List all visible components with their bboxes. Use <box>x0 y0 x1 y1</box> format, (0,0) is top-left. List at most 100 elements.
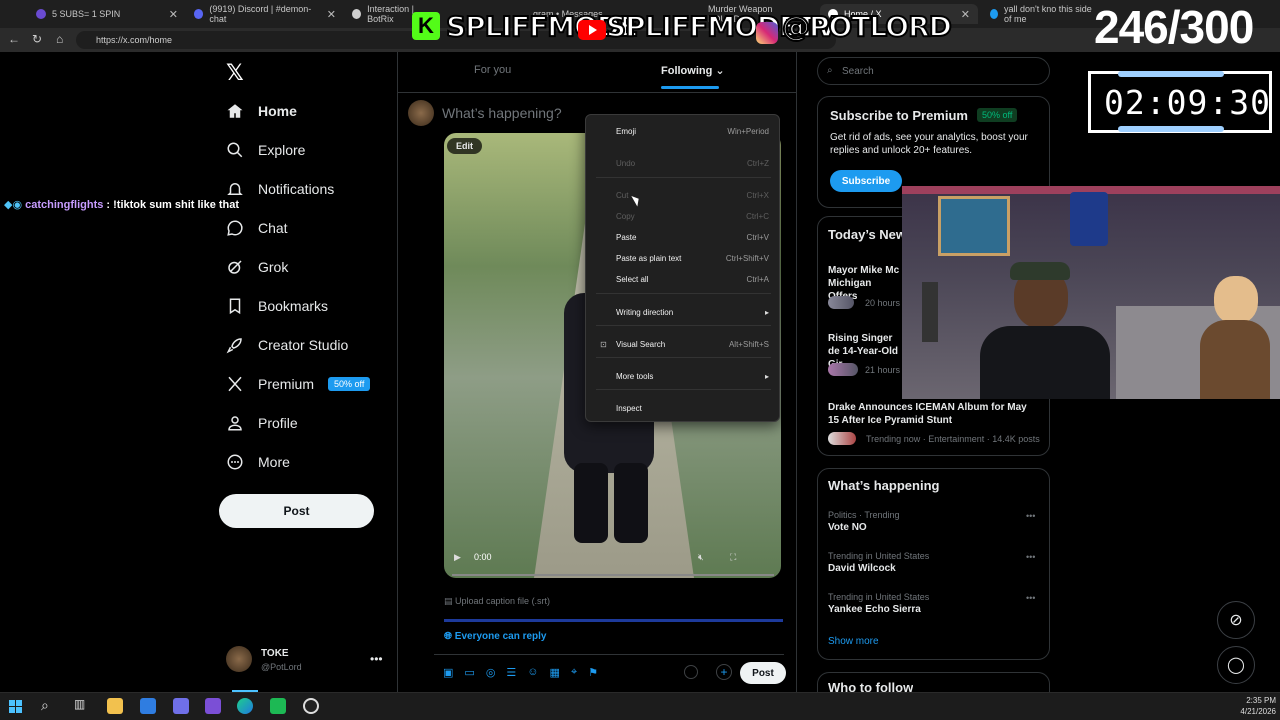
schedule-icon[interactable]: ▦ <box>550 666 560 679</box>
show-more-link[interactable]: Show more <box>828 636 879 647</box>
home-browser-icon[interactable]: ⌂ <box>56 32 63 46</box>
obs-icon[interactable] <box>303 698 319 714</box>
upload-caption-label: Upload caption file (.srt) <box>455 596 551 606</box>
nav-item-notifications[interactable]: Notifications <box>226 174 334 204</box>
nav-item-profile[interactable]: Profile <box>226 408 298 438</box>
menu-item-label: More tools <box>616 371 654 381</box>
grok-image-icon[interactable]: ◎ <box>486 666 496 679</box>
nav-item-home[interactable]: Home <box>226 96 297 126</box>
nav-item-more[interactable]: More <box>226 447 290 477</box>
browser-tab-2[interactable]: (9919) Discord | #demon-chat ✕ <box>186 4 344 24</box>
menu-item-more-tools[interactable]: More tools ▸ <box>586 367 781 385</box>
play-icon[interactable]: ▶ <box>454 552 461 563</box>
composer-input[interactable]: What’s happening? <box>442 105 562 121</box>
fullscreen-icon[interactable]: ⛶ <box>730 552 736 563</box>
app-icon[interactable] <box>270 698 286 714</box>
tab-favicon-icon <box>990 9 998 19</box>
file-explorer-icon[interactable] <box>107 698 123 714</box>
nav-label: More <box>258 454 290 470</box>
nav-item-chat[interactable]: Chat <box>226 213 288 243</box>
browser-tab-7[interactable]: yall don't kno this side of me <box>982 4 1102 24</box>
visual-search-icon: ⊡ <box>600 339 607 349</box>
video-progress-bar[interactable] <box>452 574 774 576</box>
nav-item-bookmarks[interactable]: Bookmarks <box>226 291 328 321</box>
more-options-icon[interactable]: ••• <box>1026 552 1035 562</box>
edge-browser-icon[interactable] <box>237 698 253 714</box>
grok-fab[interactable]: ⊘ <box>1217 601 1255 639</box>
menu-item-paste[interactable]: Paste Ctrl+V <box>586 228 781 246</box>
subscribe-button[interactable]: Subscribe <box>830 170 902 192</box>
menu-item-label: Inspect <box>616 403 642 413</box>
streaming-app-icon[interactable] <box>205 698 221 714</box>
streamer-cap <box>1010 262 1070 280</box>
tab-for-you[interactable]: For you <box>474 64 511 76</box>
menu-item-select-all[interactable]: Select all Ctrl+A <box>586 270 781 288</box>
trend-topic[interactable]: Yankee Echo Sierra <box>828 604 921 615</box>
mute-icon[interactable]: 🔇︎ <box>698 552 704 563</box>
gif-icon[interactable]: ▭ <box>464 666 474 679</box>
nav-label: Grok <box>258 259 289 275</box>
nav-item-premium[interactable]: Premium 50% off <box>226 369 371 399</box>
trend-topic[interactable]: David Wilcock <box>828 563 896 574</box>
taskbar-search-icon[interactable]: ⌕ <box>41 697 49 714</box>
messages-fab[interactable]: ◯ <box>1217 646 1255 684</box>
menu-item-copy[interactable]: Copy Ctrl+C <box>586 207 781 225</box>
tab-favicon-icon <box>36 9 46 19</box>
location-icon[interactable]: ⌖ <box>571 666 577 679</box>
rocket-icon <box>226 338 242 354</box>
add-post-icon[interactable]: + <box>716 664 732 680</box>
menu-item-undo[interactable]: Undo Ctrl+Z <box>586 154 781 172</box>
reload-icon[interactable]: ↻ <box>32 32 42 46</box>
image-icon[interactable]: ▣ <box>443 666 453 679</box>
person-icon <box>228 416 242 431</box>
menu-item-cut[interactable]: Cut Ctrl+X <box>586 186 781 204</box>
active-app-indicator <box>232 690 258 692</box>
menu-item-emoji[interactable]: Emoji Win+Period <box>586 122 781 140</box>
close-icon[interactable]: ✕ <box>961 8 970 21</box>
x-logo-icon[interactable]: 𝕏 <box>226 60 244 86</box>
nav-item-explore[interactable]: Explore <box>226 135 305 165</box>
nav-item-creator-studio[interactable]: Creator Studio <box>226 330 348 360</box>
edit-video-button[interactable]: Edit <box>447 138 482 154</box>
news-headline[interactable]: Drake Announces ICEMAN Album for May 15 … <box>828 401 1038 427</box>
more-options-icon[interactable]: ••• <box>1026 511 1035 521</box>
guest-head <box>1214 276 1258 324</box>
menu-item-shortcut: Win+Period <box>727 126 769 136</box>
avatar[interactable] <box>226 646 252 672</box>
reply-setting[interactable]: 🌐︎ Everyone can reply <box>444 631 547 642</box>
tab-following[interactable]: Following ⌄ <box>661 64 725 77</box>
menu-item-visual-search[interactable]: ⊡ Visual Search Alt+Shift+S <box>586 335 781 353</box>
grok-icon: ⊘ <box>1229 612 1243 629</box>
windows-start-icon[interactable] <box>9 700 22 713</box>
task-view-icon[interactable]: ▥ <box>74 697 85 711</box>
post-button[interactable]: Post <box>219 494 374 528</box>
wall-painting <box>938 196 1010 256</box>
search-placeholder: Search <box>842 66 874 77</box>
outlook-icon[interactable] <box>140 698 156 714</box>
reply-setting-label: Everyone can reply <box>454 631 547 642</box>
bell-icon <box>227 183 243 195</box>
more-options-icon[interactable]: ••• <box>1026 593 1035 603</box>
search-input[interactable]: ⌕ Search <box>817 57 1050 85</box>
back-icon[interactable]: ← <box>8 32 20 46</box>
menu-item-inspect[interactable]: Inspect <box>586 399 781 417</box>
poll-icon[interactable]: ☰ <box>506 666 516 679</box>
instagram-logo-icon <box>756 22 778 44</box>
nav-item-grok[interactable]: Grok <box>226 252 288 282</box>
emoji-icon[interactable]: ☺ <box>527 666 538 679</box>
flag-icon[interactable]: ⚑ <box>588 666 598 679</box>
upload-caption-link[interactable]: ▤ Upload caption file (.srt) <box>444 596 550 607</box>
account-menu-icon[interactable]: ••• <box>370 652 383 666</box>
menu-item-paste-plain[interactable]: Paste as plain text Ctrl+Shift+V <box>586 249 781 267</box>
chevron-down-icon: ⌄ <box>715 65 725 77</box>
browser-tab-1[interactable]: 5 SUBS= 1 SPIN ✕ <box>28 4 186 24</box>
close-icon[interactable]: ✕ <box>327 8 336 21</box>
trend-topic[interactable]: Vote NO <box>828 522 867 533</box>
divider <box>397 92 797 93</box>
store-icon[interactable] <box>173 698 189 714</box>
person-figure <box>614 463 648 543</box>
menu-item-shortcut: Ctrl+Z <box>747 158 769 168</box>
menu-item-writing-direction[interactable]: Writing direction ▸ <box>586 303 781 321</box>
compose-post-button[interactable]: Post <box>740 662 786 684</box>
close-icon[interactable]: ✕ <box>169 8 178 21</box>
